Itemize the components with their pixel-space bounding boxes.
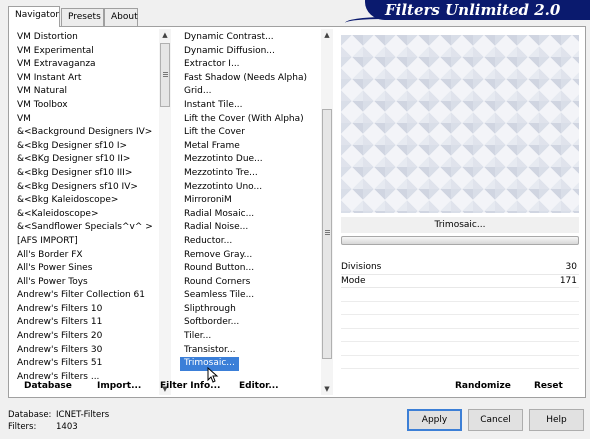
- filter-item[interactable]: Mezzotinto Tre...: [180, 167, 320, 181]
- category-item[interactable]: &<Background Designers IV>: [13, 126, 158, 140]
- scroll-thumb[interactable]: [160, 43, 170, 107]
- banner-title: Filters Unlimited 2.0: [365, 0, 590, 20]
- preview-image: [341, 35, 579, 213]
- filter-item[interactable]: Round Button...: [180, 262, 320, 276]
- scroll-down-icon[interactable]: ▼: [321, 383, 333, 395]
- category-list[interactable]: VM Distortion VM Experimental VM Extravaga…: [13, 31, 158, 395]
- filter-item[interactable]: Mezzotinto Uno...: [180, 181, 320, 195]
- filter-item[interactable]: Remove Gray...: [180, 249, 320, 263]
- database-button[interactable]: Database: [24, 381, 72, 391]
- filter-item[interactable]: Lift the Cover (With Alpha): [180, 113, 320, 127]
- mouse-cursor-icon: [207, 367, 219, 383]
- category-scrollbar[interactable]: ▲ ▼: [159, 29, 171, 395]
- filter-item[interactable]: Reductor...: [180, 235, 320, 249]
- randomize-button[interactable]: Randomize: [455, 381, 511, 391]
- category-item[interactable]: &<Bkg Kaleidoscope>: [13, 194, 158, 208]
- filter-item[interactable]: Lift the Cover: [180, 126, 320, 140]
- category-item[interactable]: Andrew's Filters 10: [13, 303, 158, 317]
- tab-about[interactable]: About: [104, 8, 138, 26]
- category-item[interactable]: Andrew's Filters 11: [13, 316, 158, 330]
- scroll-thumb[interactable]: [322, 109, 332, 359]
- category-item[interactable]: &<Bkg Designer sf10 I>: [13, 140, 158, 154]
- filters-label: Filters:: [8, 422, 37, 432]
- category-item[interactable]: VM Experimental: [13, 45, 158, 59]
- filters-count: 1403: [56, 422, 78, 432]
- parameter-name: Mode: [341, 275, 366, 286]
- category-item[interactable]: VM: [13, 113, 158, 127]
- filter-item[interactable]: Round Corners: [180, 276, 320, 290]
- parameter-row-empty: [341, 356, 579, 369]
- filter-item[interactable]: Dynamic Contrast...: [180, 31, 320, 45]
- category-item[interactable]: Andrew's Filters 20: [13, 330, 158, 344]
- help-button[interactable]: Help: [529, 409, 584, 431]
- filter-item[interactable]: Tiler...: [180, 330, 320, 344]
- parameter-value[interactable]: 171: [560, 275, 577, 289]
- tab-navigator[interactable]: Navigator: [8, 6, 60, 27]
- category-item[interactable]: VM Natural: [13, 85, 158, 99]
- filter-item[interactable]: Radial Noise...: [180, 221, 320, 235]
- category-item[interactable]: VM Distortion: [13, 31, 158, 45]
- navigator-panel: VM Distortion VM Experimental VM Extravaga…: [8, 26, 586, 398]
- filter-item[interactable]: Seamless Tile...: [180, 289, 320, 303]
- selected-filter-name: Trimosaic...: [341, 217, 579, 233]
- parameter-name: Divisions: [341, 262, 382, 272]
- database-label: Database:: [8, 410, 52, 420]
- category-item[interactable]: Andrew's Filters 30: [13, 344, 158, 358]
- category-item[interactable]: VM Instant Art: [13, 72, 158, 86]
- filter-item[interactable]: Metal Frame: [180, 140, 320, 154]
- filter-item[interactable]: Radial Mosaic...: [180, 208, 320, 222]
- progress-bar: [341, 236, 579, 245]
- category-item[interactable]: All's Border FX: [13, 249, 158, 263]
- category-item[interactable]: Andrew's Filter Collection 61: [13, 289, 158, 303]
- scroll-up-icon[interactable]: ▲: [159, 29, 171, 41]
- category-item[interactable]: &<Sandflower Specials^v^ >: [13, 221, 158, 235]
- cancel-button[interactable]: Cancel: [468, 409, 523, 431]
- filter-item[interactable]: Mezzotinto Due...: [180, 153, 320, 167]
- scroll-up-icon[interactable]: ▲: [321, 29, 333, 41]
- category-item[interactable]: &<Kaleidoscope>: [13, 208, 158, 222]
- category-item[interactable]: All's Power Sines: [13, 262, 158, 276]
- parameter-row[interactable]: Mode 171: [341, 275, 579, 289]
- filter-item[interactable]: Slipthrough: [180, 303, 320, 317]
- parameter-row-empty: [341, 302, 579, 315]
- database-value: ICNET-Filters: [56, 410, 110, 420]
- parameter-row-empty: [341, 315, 579, 329]
- editor-button[interactable]: Editor...: [239, 381, 279, 391]
- parameter-row[interactable]: Divisions 30: [341, 261, 579, 275]
- category-item[interactable]: [AFS IMPORT]: [13, 235, 158, 249]
- category-item[interactable]: VM Extravaganza: [13, 58, 158, 72]
- import-button[interactable]: Import...: [97, 381, 141, 391]
- filter-item[interactable]: Transistor...: [180, 344, 320, 358]
- parameter-row-empty: [341, 329, 579, 342]
- filter-item[interactable]: Fast Shadow (Needs Alpha): [180, 72, 320, 86]
- filter-item[interactable]: Dynamic Diffusion...: [180, 45, 320, 59]
- filter-item[interactable]: Softborder...: [180, 316, 320, 330]
- filter-item[interactable]: MirroroniM: [180, 194, 320, 208]
- category-item[interactable]: &<BKg Designer sf10 II>: [13, 153, 158, 167]
- apply-button[interactable]: Apply: [407, 409, 462, 431]
- parameter-row-empty: [341, 288, 579, 302]
- category-item[interactable]: VM Toolbox: [13, 99, 158, 113]
- filter-item[interactable]: Extractor I...: [180, 58, 320, 72]
- filter-item[interactable]: Trimosaic...: [180, 357, 320, 371]
- category-item[interactable]: &<Bkg Designer sf10 III>: [13, 167, 158, 181]
- reset-button[interactable]: Reset: [534, 381, 563, 391]
- category-item[interactable]: All's Power Toys: [13, 276, 158, 290]
- filter-item[interactable]: Grid...: [180, 85, 320, 99]
- filter-scrollbar[interactable]: ▲ ▼: [321, 29, 333, 395]
- category-item[interactable]: &<Bkg Designers sf10 IV>: [13, 181, 158, 195]
- parameter-row-empty: [341, 342, 579, 356]
- filter-list[interactable]: Dynamic Contrast... Dynamic Diffusion... E…: [180, 31, 320, 395]
- category-item[interactable]: Andrew's Filters 51: [13, 357, 158, 371]
- filter-item[interactable]: Instant Tile...: [180, 99, 320, 113]
- parameter-list[interactable]: Divisions 30 Mode 171: [341, 261, 579, 371]
- tab-presets[interactable]: Presets: [61, 8, 104, 26]
- parameter-value[interactable]: 30: [566, 261, 577, 275]
